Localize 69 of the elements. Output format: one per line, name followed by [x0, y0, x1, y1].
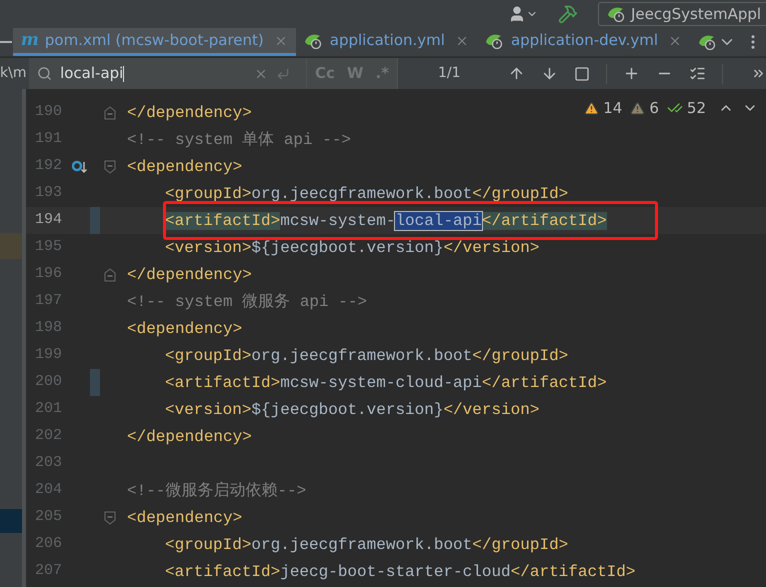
line-number: 191	[34, 129, 62, 150]
line-number: 192	[34, 156, 62, 176]
line-number: 196	[34, 264, 62, 284]
fold-marker-icon[interactable]	[104, 510, 116, 524]
search-option-toggle[interactable]: .*	[375, 62, 389, 85]
code-line: <artifactId>mcsw-system-local-api</artifactId>	[165, 210, 607, 232]
next-match-icon[interactable]	[541, 65, 558, 82]
line-number: 207	[34, 561, 62, 582]
fold-marker-icon[interactable]	[104, 268, 116, 282]
file-type-label: m	[20, 28, 39, 52]
spring-leaf-icon	[698, 34, 718, 50]
line-number: 202	[34, 426, 62, 446]
line-number: 199	[34, 345, 62, 366]
line-number: 195	[34, 237, 62, 258]
code-line: <dependency>	[127, 508, 242, 528]
warning-icon	[630, 100, 646, 116]
typo-count[interactable]: 52	[666, 97, 706, 120]
search-icon	[37, 66, 52, 81]
line-number: 201	[34, 399, 62, 420]
code-line: <groupId>org.jeecgframework.boot</groupId>	[165, 346, 568, 366]
code-line: <!-- system 单体 api -->	[127, 130, 352, 150]
spring-leaf-icon	[304, 32, 324, 48]
warning-count[interactable]: 14	[584, 97, 622, 120]
code-line: </dependency>	[127, 264, 252, 286]
match-count: 1/1	[438, 64, 462, 83]
editor-tab[interactable]: application.yml	[296, 28, 477, 56]
line-number: 204	[34, 480, 62, 500]
code-line: <version>${jeecgboot.version}</version>	[165, 238, 540, 258]
run-config-selector[interactable]: JeecgSystemAppl	[598, 2, 766, 26]
warning-icon	[584, 100, 600, 116]
select-occurrences-icon[interactable]	[689, 65, 706, 82]
line-number: 198	[34, 318, 62, 338]
implemented-marker-icon[interactable]	[72, 158, 88, 174]
build-icon[interactable]	[558, 4, 578, 24]
code-line: </dependency>	[127, 426, 252, 448]
line-number: 205	[34, 507, 62, 528]
code-line: <groupId>org.jeecgframework.boot</groupId>	[165, 534, 568, 556]
fold-marker-icon[interactable]	[104, 106, 116, 120]
fold-marker-icon[interactable]	[104, 160, 116, 174]
line-number: 190	[34, 102, 62, 122]
line-number: 203	[34, 453, 62, 474]
code-line: <dependency>	[127, 318, 242, 340]
code-line: <!--微服务启动依赖-->	[127, 480, 306, 502]
code-line: <artifactId>jeecg-boot-starter-cloud</artifactId>	[165, 562, 636, 582]
code-line: <dependency>	[127, 156, 242, 178]
project-path-text: k\m	[0, 64, 26, 83]
minimize-icon	[0, 41, 12, 43]
code-line: <groupId>org.jeecgframework.boot</groupId>	[165, 184, 568, 204]
previous-match-icon[interactable]	[508, 65, 525, 82]
select-all-icon[interactable]	[574, 66, 590, 82]
line-number: 193	[34, 183, 62, 204]
line-number: 194	[34, 210, 62, 230]
line-number: 200	[34, 372, 62, 392]
editor-tab[interactable]: m pom.xml (mcsw-boot-parent)	[12, 28, 296, 56]
code-line: </dependency>	[127, 102, 252, 124]
code-line: <artifactId>mcsw-system-cloud-api</artifactId>	[165, 372, 607, 394]
user-icon	[508, 5, 526, 23]
line-number: 197	[34, 291, 62, 312]
editor-tab[interactable]: application-dev.yml	[476, 28, 690, 56]
spring-leaf-icon	[607, 6, 627, 22]
change-marker[interactable]	[90, 369, 100, 396]
code-line: <version>${jeecgboot.version}</version>	[165, 400, 540, 420]
user-menu-button[interactable]	[508, 5, 538, 23]
code-line: <!-- system 微服务 api -->	[127, 292, 368, 312]
weak-warning-count[interactable]: 6	[630, 97, 659, 120]
line-number: 206	[34, 534, 62, 554]
change-marker[interactable]	[90, 207, 100, 234]
add-occurrence-icon[interactable]	[623, 65, 640, 82]
spring-leaf-icon	[484, 32, 505, 48]
